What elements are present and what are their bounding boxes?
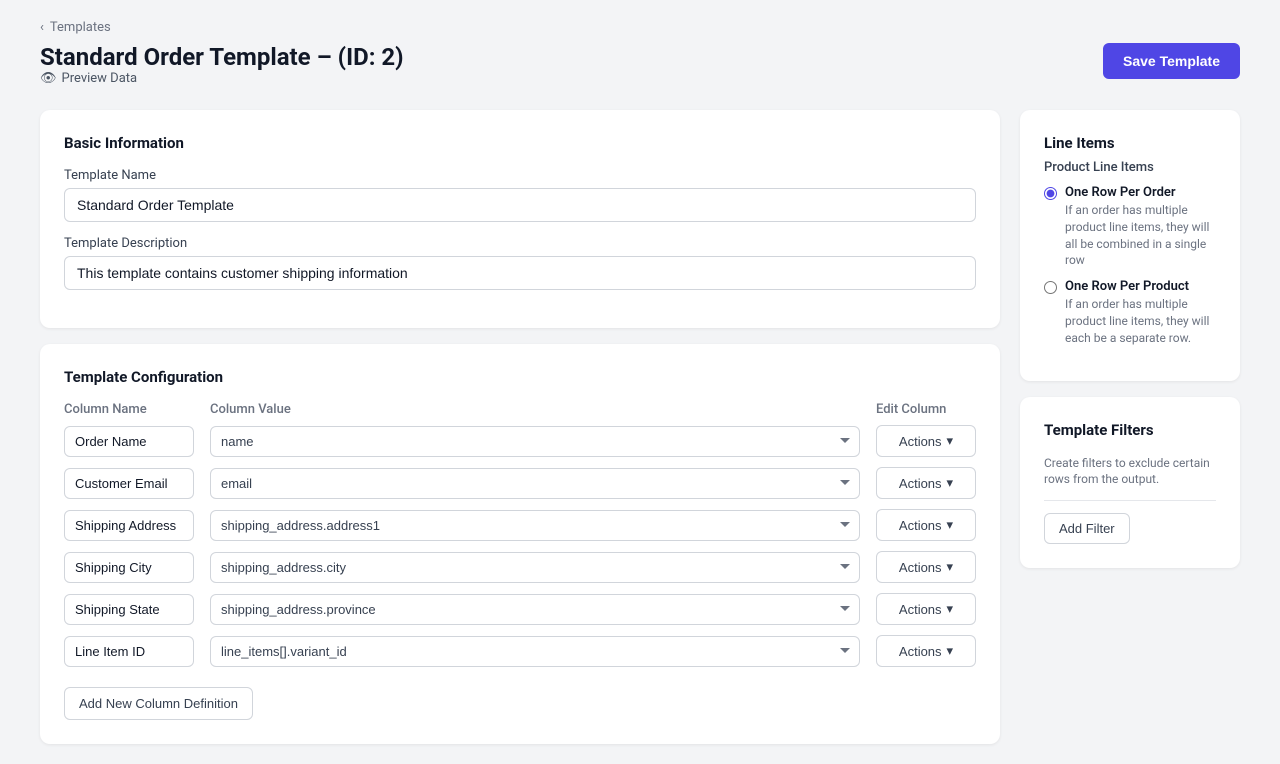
table-row: email Actions ▾ bbox=[64, 467, 976, 499]
product-line-label: Product Line Items bbox=[1044, 160, 1216, 175]
actions-label: Actions bbox=[899, 518, 942, 533]
actions-label: Actions bbox=[899, 602, 942, 617]
one-row-per-product-label: One Row Per Product bbox=[1065, 279, 1216, 294]
column-headers: Column Name Column Value Edit Column bbox=[64, 402, 976, 425]
col-name-field[interactable] bbox=[64, 552, 194, 583]
left-column: Basic Information Template Name Template… bbox=[40, 110, 1000, 744]
add-column-button[interactable]: Add New Column Definition bbox=[64, 687, 253, 720]
actions-button[interactable]: Actions ▾ bbox=[876, 593, 976, 625]
page-title: Standard Order Template – (ID: 2) bbox=[40, 43, 404, 71]
chevron-down-icon: ▾ bbox=[947, 643, 954, 659]
actions-button[interactable]: Actions ▾ bbox=[876, 467, 976, 499]
chevron-down-icon: ▾ bbox=[947, 601, 954, 617]
template-config-title: Template Configuration bbox=[64, 368, 976, 386]
one-row-per-product-content: One Row Per Product If an order has mult… bbox=[1065, 279, 1216, 346]
one-row-per-order-content: One Row Per Order If an order has multip… bbox=[1065, 185, 1216, 269]
preview-data-link[interactable]: 👁 Preview Data bbox=[40, 71, 404, 86]
breadcrumb-link[interactable]: Templates bbox=[50, 20, 111, 35]
chevron-down-icon: ▾ bbox=[947, 517, 954, 533]
actions-button[interactable]: Actions ▾ bbox=[876, 509, 976, 541]
template-filters-card: Template Filters Create filters to exclu… bbox=[1020, 397, 1240, 569]
actions-label: Actions bbox=[899, 434, 942, 449]
title-area: Standard Order Template – (ID: 2) 👁 Prev… bbox=[40, 43, 404, 104]
one-row-per-product-desc: If an order has multiple product line it… bbox=[1065, 296, 1216, 346]
actions-label: Actions bbox=[899, 560, 942, 575]
breadcrumb: ‹ Templates bbox=[40, 20, 1240, 35]
template-filters-title: Template Filters bbox=[1044, 421, 1216, 439]
template-name-group: Template Name bbox=[64, 168, 976, 222]
one-row-per-order-label: One Row Per Order bbox=[1065, 185, 1216, 200]
page-header: Standard Order Template – (ID: 2) 👁 Prev… bbox=[40, 43, 1240, 104]
one-row-per-product-radio[interactable] bbox=[1044, 281, 1057, 294]
filter-description: Create filters to exclude certain rows f… bbox=[1044, 455, 1216, 489]
table-row: shipping_address.city Actions ▾ bbox=[64, 551, 976, 583]
col-name-field[interactable] bbox=[64, 594, 194, 625]
line-items-card: Line Items Product Line Items One Row Pe… bbox=[1020, 110, 1240, 381]
actions-label: Actions bbox=[899, 476, 942, 491]
col-name-field[interactable] bbox=[64, 426, 194, 457]
one-row-per-order-desc: If an order has multiple product line it… bbox=[1065, 202, 1216, 269]
chevron-left-icon: ‹ bbox=[40, 20, 44, 35]
save-template-button[interactable]: Save Template bbox=[1103, 43, 1240, 79]
main-layout: Basic Information Template Name Template… bbox=[40, 110, 1240, 744]
col-value-select[interactable]: shipping_address.address1 bbox=[210, 510, 860, 541]
col-name-field[interactable] bbox=[64, 510, 194, 541]
line-items-title: Line Items bbox=[1044, 134, 1216, 152]
actions-label: Actions bbox=[899, 644, 942, 659]
edit-col-header: Edit Column bbox=[876, 402, 976, 417]
col-name-header: Column Name bbox=[64, 402, 194, 417]
chevron-down-icon: ▾ bbox=[947, 475, 954, 491]
table-row: name Actions ▾ bbox=[64, 425, 976, 457]
col-value-select[interactable]: email bbox=[210, 468, 860, 499]
basic-info-title: Basic Information bbox=[64, 134, 976, 152]
divider bbox=[1044, 500, 1216, 501]
chevron-down-icon: ▾ bbox=[947, 433, 954, 449]
template-name-input[interactable] bbox=[64, 188, 976, 222]
actions-button[interactable]: Actions ▾ bbox=[876, 635, 976, 667]
right-column: Line Items Product Line Items One Row Pe… bbox=[1020, 110, 1240, 568]
chevron-down-icon: ▾ bbox=[947, 559, 954, 575]
one-row-per-order-radio[interactable] bbox=[1044, 187, 1057, 200]
actions-button[interactable]: Actions ▾ bbox=[876, 425, 976, 457]
table-row: shipping_address.address1 Actions ▾ bbox=[64, 509, 976, 541]
col-value-select[interactable]: shipping_address.province bbox=[210, 594, 860, 625]
actions-button[interactable]: Actions ▾ bbox=[876, 551, 976, 583]
eye-icon: 👁 bbox=[40, 71, 57, 86]
template-name-label: Template Name bbox=[64, 168, 976, 183]
preview-label: Preview Data bbox=[62, 71, 138, 86]
template-desc-group: Template Description bbox=[64, 236, 976, 290]
table-row: shipping_address.province Actions ▾ bbox=[64, 593, 976, 625]
col-value-header: Column Value bbox=[210, 402, 860, 417]
col-value-select[interactable]: name bbox=[210, 426, 860, 457]
col-value-select[interactable]: line_items[].variant_id bbox=[210, 636, 860, 667]
col-value-select[interactable]: shipping_address.city bbox=[210, 552, 860, 583]
template-config-card: Template Configuration Column Name Colum… bbox=[40, 344, 1000, 744]
one-row-per-order-option[interactable]: One Row Per Order If an order has multip… bbox=[1044, 185, 1216, 269]
table-row: line_items[].variant_id Actions ▾ bbox=[64, 635, 976, 667]
col-name-field[interactable] bbox=[64, 468, 194, 499]
col-name-field[interactable] bbox=[64, 636, 194, 667]
add-filter-button[interactable]: Add Filter bbox=[1044, 513, 1130, 544]
basic-info-card: Basic Information Template Name Template… bbox=[40, 110, 1000, 328]
template-desc-input[interactable] bbox=[64, 256, 976, 290]
one-row-per-product-option[interactable]: One Row Per Product If an order has mult… bbox=[1044, 279, 1216, 346]
template-desc-label: Template Description bbox=[64, 236, 976, 251]
